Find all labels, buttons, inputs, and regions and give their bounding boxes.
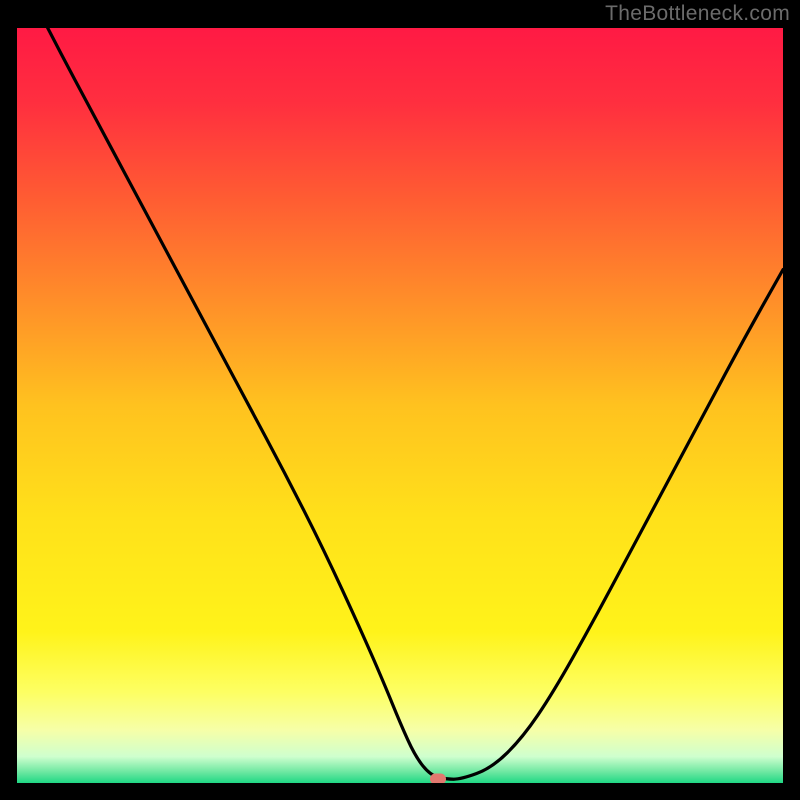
- gradient-background: [17, 28, 783, 783]
- bottleneck-marker: [430, 774, 446, 783]
- watermark-text: TheBottleneck.com: [605, 2, 790, 26]
- chart-frame: TheBottleneck.com: [0, 0, 800, 800]
- chart-svg: [17, 28, 783, 783]
- plot-area: [17, 28, 783, 783]
